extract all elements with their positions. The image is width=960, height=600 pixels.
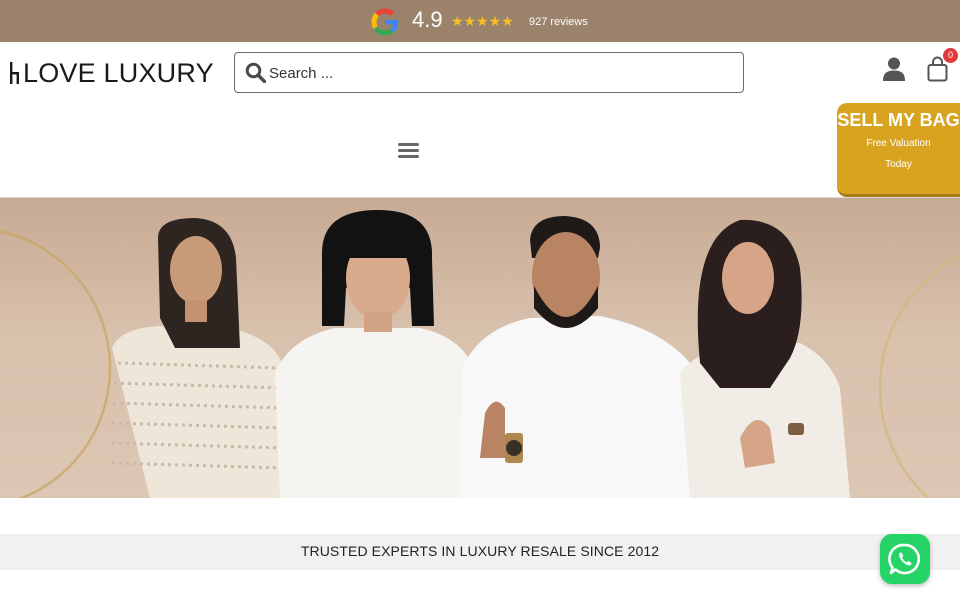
sell-my-bag-button[interactable]: SELL MY BAG Free Valuation Today	[837, 103, 960, 197]
sell-button-title: SELL MY BAG	[837, 110, 960, 130]
search-input[interactable]	[269, 59, 729, 87]
sell-button-subtitle: Free Valuation Today	[866, 138, 931, 170]
tagline-text: TRUSTED EXPERTS IN LUXURY RESALE SINCE 2…	[300, 543, 660, 559]
menu-icon[interactable]	[398, 141, 420, 159]
review-count-link[interactable]: 927 reviews	[529, 16, 588, 28]
whatsapp-icon	[888, 543, 921, 575]
site-logo[interactable]: LOVE LUXURY	[23, 58, 214, 89]
search-box[interactable]	[234, 52, 744, 93]
google-icon	[371, 8, 399, 36]
person-3	[460, 216, 705, 498]
person-2	[275, 210, 475, 498]
logo-icon[interactable]	[10, 62, 19, 84]
hero-image	[0, 210, 960, 498]
review-bar: 4.9 ★★★★★ 927 reviews	[0, 0, 960, 42]
cart-count-badge: 0	[943, 48, 958, 63]
user-icon[interactable]	[883, 57, 905, 81]
person-4	[680, 219, 850, 498]
whatsapp-button[interactable]	[880, 534, 930, 584]
person-1	[111, 218, 285, 498]
search-icon[interactable]	[245, 62, 266, 83]
rating-stars: ★★★★★	[451, 13, 514, 29]
rating-value: 4.9	[412, 7, 443, 32]
hero-banner	[0, 198, 960, 498]
